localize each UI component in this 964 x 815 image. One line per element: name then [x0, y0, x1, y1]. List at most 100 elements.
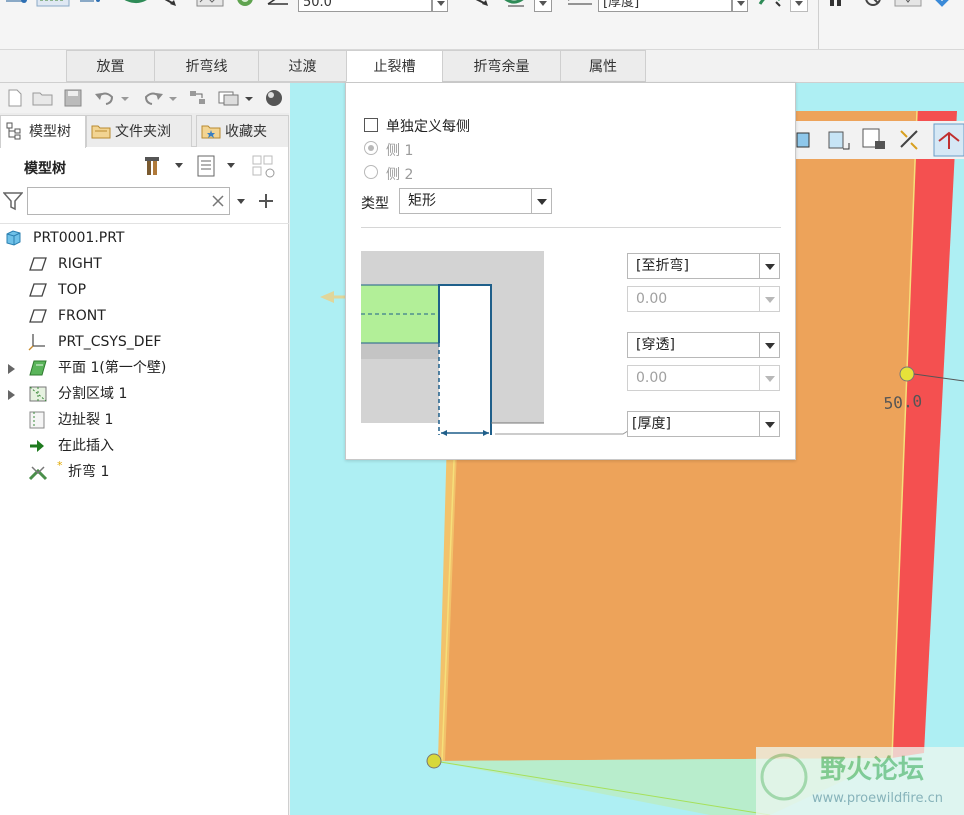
type-label: 类型	[361, 196, 389, 212]
bend-angle-input[interactable]: 50.0	[298, 0, 432, 12]
measure-icon[interactable]	[756, 0, 788, 12]
pause-icon[interactable]	[826, 0, 846, 12]
search-dropdown-icon[interactable]	[236, 197, 246, 207]
tree-columns-icon[interactable]	[252, 155, 278, 179]
show-dropdown-icon[interactable]	[226, 161, 236, 171]
new-file-icon[interactable]	[6, 89, 24, 107]
measure-dropdown[interactable]	[790, 0, 808, 12]
tab-model-tree[interactable]: 模型树	[0, 115, 86, 148]
insert-here-arrow-icon	[30, 440, 44, 452]
filter-icon[interactable]	[3, 191, 23, 211]
define-each-side-label: 单独定义每侧	[386, 119, 470, 135]
tab-folder-browser[interactable]: 文件夹浏	[86, 115, 192, 147]
saved-view-icon[interactable]	[825, 127, 851, 153]
direction-arrow	[320, 291, 334, 303]
tab-bend-allowance[interactable]: 折弯余量	[442, 50, 560, 82]
relief-type-select[interactable]: 矩形	[399, 188, 552, 214]
csys-icon	[28, 334, 45, 351]
undo-dropdown-icon[interactable]	[120, 89, 130, 107]
relief-width-number: 0.00	[636, 370, 668, 386]
radius-side-icon[interactable]	[566, 0, 596, 12]
settings-tools-icon[interactable]	[144, 155, 166, 177]
verify-icon[interactable]	[894, 0, 924, 12]
bend-radius-dropdown[interactable]	[534, 0, 552, 12]
bend-angle-dropdown[interactable]	[432, 0, 448, 12]
angle-flip-icon[interactable]	[464, 0, 494, 12]
relief-type-value: 矩形	[408, 193, 436, 209]
bend-radius-icon[interactable]	[500, 0, 532, 12]
flip-icon[interactable]	[78, 0, 104, 12]
redo-icon[interactable]	[142, 89, 164, 107]
tree-item-flat-wall-label: 平面 1(第一个壁)	[58, 360, 167, 376]
side1-radio[interactable]	[364, 141, 378, 155]
bend-region-icon[interactable]	[196, 0, 224, 12]
bend-point-icon[interactable]	[4, 0, 30, 12]
chevron-down-icon	[759, 366, 779, 390]
define-each-side-checkbox[interactable]	[364, 118, 378, 132]
popup-separator	[361, 227, 781, 228]
windows-icon[interactable]	[218, 89, 240, 107]
view-manager-icon[interactable]	[861, 127, 887, 153]
bend-angle-icon[interactable]	[232, 0, 258, 12]
regenerate-icon[interactable]	[188, 89, 208, 107]
tree-item-right-label: RIGHT	[58, 256, 102, 272]
no-preview-icon[interactable]	[862, 0, 884, 12]
clear-search-icon[interactable]	[212, 195, 224, 207]
tab-transition[interactable]: 过渡	[258, 50, 346, 82]
side1-label: 侧 1	[386, 143, 414, 159]
relief-width-select[interactable]: [穿透]	[627, 332, 780, 358]
navigator-panel: 模型树 文件夹浏 收藏夹 模型树 PRT0001.PRT RIGHT TOP F…	[0, 113, 289, 815]
bend-line-icon[interactable]	[36, 0, 70, 12]
open-file-icon[interactable]	[32, 89, 54, 107]
tab-favorites-label: 收藏夹	[225, 124, 267, 140]
model-tree-search-input[interactable]	[27, 187, 230, 215]
bend-angle-dimension: 50.0	[883, 391, 923, 413]
tree-item-bend-label: 折弯 1	[68, 464, 110, 480]
relief-size-select[interactable]: [厚度]	[627, 411, 780, 437]
bend-direction-icon[interactable]	[122, 0, 180, 12]
ok-checkmark-icon[interactable]	[932, 0, 958, 12]
forum-watermark: 野火论坛 www.proewildfire.cn	[756, 747, 964, 815]
relief-width-input: 0.00	[627, 365, 780, 391]
angle-icon	[267, 0, 288, 5]
add-filter-icon[interactable]	[258, 193, 274, 209]
model-tree-title: 模型树	[24, 161, 66, 177]
watermark-url: www.proewildfire.cn	[812, 791, 943, 806]
thickness-input[interactable]: [厚度]	[598, 0, 732, 12]
expand-arrow-icon[interactable]	[8, 364, 15, 374]
undo-icon[interactable]	[94, 89, 116, 107]
side2-radio[interactable]	[364, 165, 378, 179]
chevron-down-icon	[759, 412, 779, 436]
chevron-down-icon	[759, 333, 779, 357]
view-box-icon[interactable]	[795, 127, 815, 153]
tree-item-top-label: TOP	[58, 282, 87, 298]
datum-plane-icon	[29, 257, 47, 271]
tab-model-tree-label: 模型树	[29, 124, 71, 140]
save-icon[interactable]	[64, 89, 82, 107]
tab-bend-line[interactable]: 折弯线	[154, 50, 258, 82]
tree-item-insert-here-label: 在此插入	[58, 438, 114, 454]
tab-properties[interactable]: 属性	[560, 50, 646, 82]
datum-display-icon[interactable]	[897, 127, 925, 153]
show-list-icon[interactable]	[196, 155, 218, 177]
expand-arrow-icon[interactable]	[8, 390, 15, 400]
redo-dropdown-icon[interactable]	[168, 89, 178, 107]
model-tree-header: 模型树	[0, 149, 289, 183]
tree-item-split-area-label: 分割区域 1	[58, 386, 128, 402]
thickness-dropdown[interactable]	[732, 0, 748, 12]
relief-panel: 单独定义每侧 侧 1 侧 2 类型 矩形 [至折弯] 0.00 [穿透] 0.0…	[345, 82, 796, 460]
side2-label: 侧 2	[386, 167, 414, 183]
relief-depth-select[interactable]: [至折弯]	[627, 253, 780, 279]
tab-favorites[interactable]: 收藏夹	[196, 115, 289, 147]
tab-relief[interactable]: 止裂槽	[346, 50, 442, 82]
relief-depth-input: 0.00	[627, 286, 780, 312]
display-style-icon[interactable]	[264, 89, 284, 107]
ribbon-separator	[818, 0, 819, 49]
tree-item-edge-rip-label: 边扯裂 1	[58, 412, 114, 428]
model-tree-filter-row	[0, 185, 289, 219]
spin-center-icon[interactable]	[933, 123, 964, 157]
tab-placement[interactable]: 放置	[66, 50, 154, 82]
windows-dropdown-icon[interactable]	[244, 89, 254, 107]
settings-dropdown-icon[interactable]	[174, 161, 184, 171]
edge-rip-icon	[29, 411, 45, 429]
